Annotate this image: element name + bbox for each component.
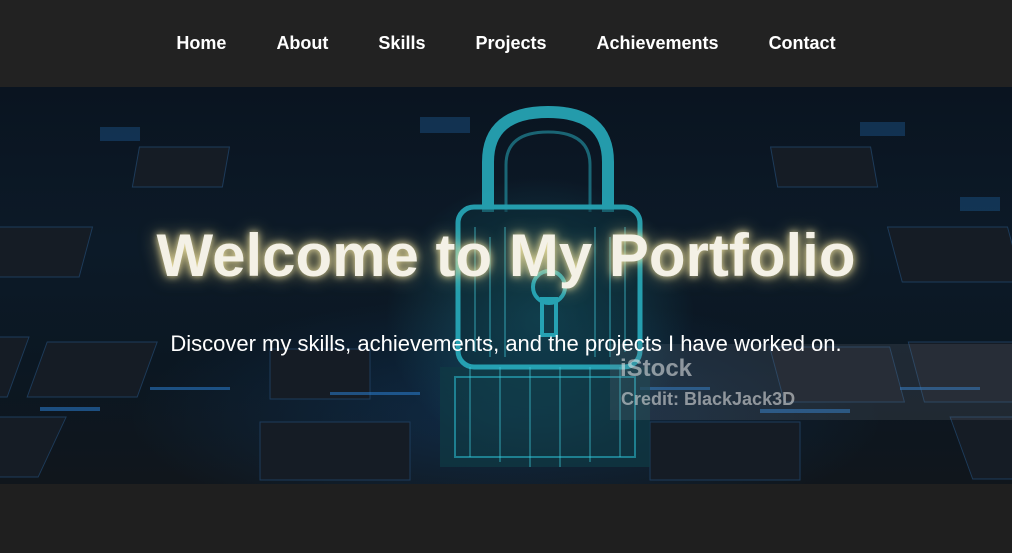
watermark-logo: iStock — [620, 355, 693, 382]
nav-link-about[interactable]: About — [251, 33, 353, 54]
nav-link-skills[interactable]: Skills — [353, 33, 450, 54]
hero-subtitle: Discover my skills, achievements, and th… — [170, 331, 842, 356]
nav-link-home[interactable]: Home — [151, 33, 251, 54]
hero-section: iStock Credit: BlackJack3D Welcome to My… — [0, 87, 1012, 484]
nav-item-skills: Skills — [353, 33, 450, 54]
nav-item-about: About — [251, 33, 353, 54]
nav-item-projects: Projects — [450, 33, 571, 54]
nav-link-achievements[interactable]: Achievements — [572, 33, 744, 54]
nav-item-contact: Contact — [744, 33, 861, 54]
page-bottom-area — [0, 484, 1012, 553]
nav-link-contact[interactable]: Contact — [744, 33, 861, 54]
nav-item-achievements: Achievements — [572, 33, 744, 54]
nav-list: Home About Skills Projects Achievements … — [151, 33, 860, 54]
nav-item-home: Home — [151, 33, 251, 54]
hero-title: Welcome to My Portfolio — [156, 222, 856, 289]
navbar: Home About Skills Projects Achievements … — [0, 0, 1012, 87]
watermark-credit: Credit: BlackJack3D — [621, 389, 796, 409]
nav-link-projects[interactable]: Projects — [450, 33, 571, 54]
